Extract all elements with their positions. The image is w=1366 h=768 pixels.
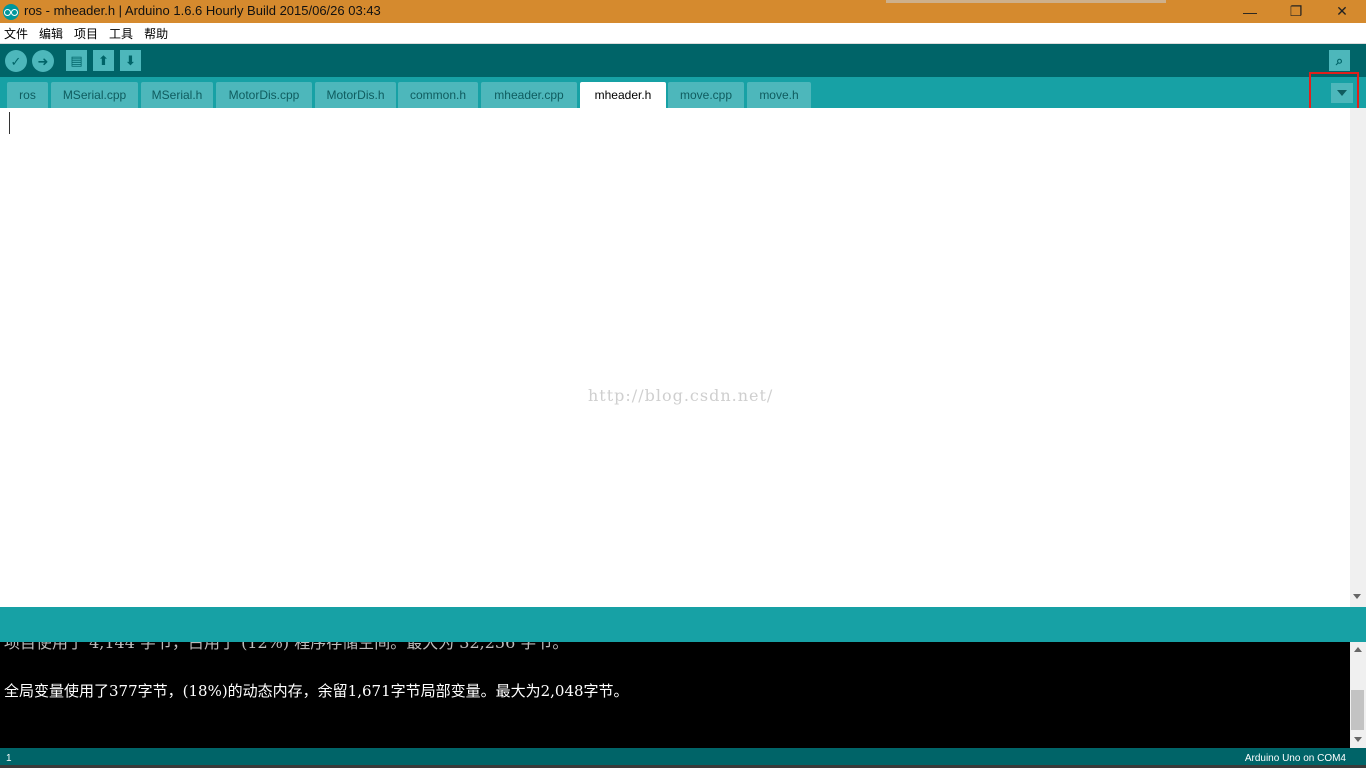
tab-mheader-cpp[interactable]: mheader.cpp — [481, 82, 577, 108]
minimize-button[interactable]: — — [1227, 0, 1273, 23]
scroll-up-icon[interactable] — [1354, 647, 1362, 652]
line-number: 1 — [6, 753, 12, 764]
editor-scrollbar[interactable] — [1350, 108, 1366, 607]
new-button[interactable]: ▤ — [66, 50, 87, 71]
menu-bar: 文件 编辑 项目 工具 帮助 — [0, 23, 1366, 44]
scroll-down-icon[interactable] — [1354, 737, 1362, 742]
console-partial-line: 项目使用了 4,144 字节，占用了 (12%) 程序存储空间。最大为 32,2… — [4, 642, 569, 652]
board-port-info: Arduino Uno on COM4 — [1244, 753, 1346, 764]
save-button[interactable]: ⬇ — [120, 50, 141, 71]
toolbar: ✓ ➜ ▤ ⬆ ⬇ ⌕ — [0, 44, 1366, 77]
arrow-down-icon: ⬇ — [125, 53, 136, 68]
overlay-ghost-bar — [886, 0, 1166, 3]
menu-tools[interactable]: 工具 — [105, 25, 137, 42]
tab-mserial-cpp[interactable]: MSerial.cpp — [51, 82, 138, 108]
tab-motordis-cpp[interactable]: MotorDis.cpp — [216, 82, 312, 108]
close-button[interactable]: ✕ — [1319, 0, 1365, 23]
menu-help[interactable]: 帮助 — [140, 25, 172, 42]
menu-edit[interactable]: 编辑 — [35, 25, 67, 42]
message-area — [0, 607, 1366, 642]
verify-button[interactable]: ✓ — [5, 50, 27, 72]
scroll-down-icon[interactable] — [1353, 594, 1361, 599]
title-bar: ros - mheader.h | Arduino 1.6.6 Hourly B… — [0, 0, 1366, 23]
arduino-logo-icon — [3, 4, 19, 20]
tabs-bar: ros MSerial.cpp MSerial.h MotorDis.cpp M… — [0, 77, 1366, 108]
check-icon: ✓ — [10, 53, 22, 69]
window-title: ros - mheader.h | Arduino 1.6.6 Hourly B… — [24, 3, 381, 18]
tab-mserial-h[interactable]: MSerial.h — [141, 82, 213, 108]
restore-button[interactable]: ❐ — [1273, 0, 1319, 23]
arrow-right-icon: ➜ — [37, 53, 49, 69]
tab-move-h[interactable]: move.h — [747, 82, 811, 108]
console-scroll-thumb[interactable] — [1351, 690, 1364, 730]
text-cursor — [9, 112, 10, 134]
menu-sketch[interactable]: 项目 — [70, 25, 102, 42]
tab-move-cpp[interactable]: move.cpp — [668, 82, 744, 108]
magnifier-icon: ⌕ — [1335, 53, 1344, 68]
code-editor[interactable] — [0, 108, 1350, 607]
tab-mheader-h[interactable]: mheader.h — [580, 82, 666, 108]
console-message: 全局变量使用了377字节，(18%)的动态内存，余留1,671字节局部变量。最大… — [4, 682, 629, 700]
open-button[interactable]: ⬆ — [93, 50, 114, 71]
new-file-icon: ▤ — [70, 53, 83, 68]
watermark-text: http://blog.csdn.net/ — [588, 386, 774, 405]
serial-monitor-button[interactable]: ⌕ — [1329, 50, 1350, 71]
arrow-up-icon: ⬆ — [98, 53, 109, 68]
upload-button[interactable]: ➜ — [32, 50, 54, 72]
tab-ros[interactable]: ros — [7, 82, 48, 108]
console-output: 项目使用了 4,144 字节，占用了 (12%) 程序存储空间。最大为 32,2… — [0, 642, 1350, 748]
tab-common-h[interactable]: common.h — [398, 82, 478, 108]
tab-motordis-h[interactable]: MotorDis.h — [315, 82, 396, 108]
menu-file[interactable]: 文件 — [0, 25, 32, 42]
